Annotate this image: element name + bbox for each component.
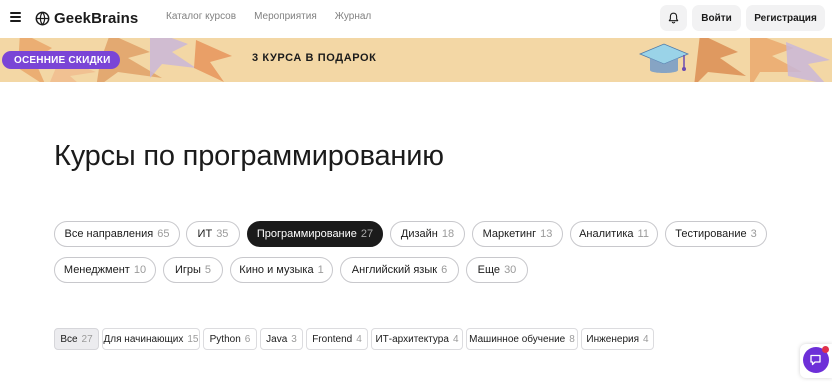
chip-label: Программирование — [256, 228, 357, 240]
chip-label: Еще — [477, 264, 501, 276]
chip-games[interactable]: Игры 5 — [163, 257, 223, 283]
logo-text: GeekBrains — [54, 9, 139, 27]
filter-label: Инженерия — [586, 333, 640, 345]
filter-machine-learning[interactable]: Машинное обучение 8 — [466, 328, 578, 350]
chip-label: Аналитика — [579, 228, 634, 240]
sale-badge: ОСЕННИЕ СКИДКИ — [2, 51, 121, 69]
notifications-button[interactable] — [660, 5, 687, 31]
chip-label: Дизайн — [400, 228, 438, 240]
nav-catalog[interactable]: Каталог курсов — [166, 11, 236, 22]
filter-count: 15 — [187, 333, 199, 345]
chip-label: Маркетинг — [482, 228, 537, 240]
chip-count: 1 — [317, 264, 324, 276]
chip-more[interactable]: Еще 30 — [466, 257, 528, 283]
filter-label: Frontend — [312, 333, 353, 345]
chip-count: 65 — [157, 228, 170, 240]
chip-count: 13 — [540, 228, 553, 240]
filter-count: 27 — [81, 333, 93, 345]
bell-icon — [668, 12, 679, 24]
filter-it-architecture[interactable]: ИТ-архитектура 4 — [371, 328, 463, 350]
chip-design[interactable]: Дизайн 18 — [390, 221, 465, 247]
menu-icon[interactable] — [10, 12, 21, 22]
chip-count: 11 — [637, 228, 649, 240]
filter-count: 4 — [452, 333, 459, 345]
filter-count: 4 — [643, 333, 649, 345]
filter-all[interactable]: Все 27 — [54, 328, 99, 350]
chip-it[interactable]: ИТ 35 — [186, 221, 240, 247]
chip-label: ИТ — [197, 228, 213, 240]
graduation-cap-illustration — [638, 43, 690, 73]
filter-count: 8 — [569, 333, 575, 345]
chip-english[interactable]: Английский язык 6 — [340, 257, 459, 283]
filter-java[interactable]: Java 3 — [260, 328, 303, 350]
chip-analytics[interactable]: Аналитика 11 — [570, 221, 658, 247]
help-chat-button[interactable] — [800, 344, 832, 378]
chip-count: 5 — [204, 264, 212, 276]
chip-label: Тестирование — [675, 228, 747, 240]
chip-count: 27 — [360, 228, 374, 240]
page-title: Курсы по программированию — [54, 140, 444, 172]
chip-programming[interactable]: Программирование 27 — [247, 221, 383, 247]
notification-dot — [822, 346, 829, 353]
chip-film-music[interactable]: Кино и музыка 1 — [230, 257, 333, 283]
filter-frontend[interactable]: Frontend 4 — [306, 328, 368, 350]
chip-all-directions[interactable]: Все направления 65 — [54, 221, 180, 247]
chat-help-icon — [810, 354, 821, 366]
filter-label: Python — [209, 333, 241, 345]
chip-label: Все направления — [64, 228, 154, 240]
nav-journal[interactable]: Журнал — [335, 11, 372, 22]
promo-banner[interactable]: ОСЕННИЕ СКИДКИ 3 КУРСА В ПОДАРОК — [0, 38, 832, 82]
register-button[interactable]: Регистрация — [746, 5, 825, 31]
chip-count: 35 — [216, 228, 229, 240]
geekbrains-logo-icon — [35, 11, 50, 25]
chip-label: Менеджмент — [63, 264, 130, 276]
filter-label: Java — [266, 333, 288, 345]
nav-events[interactable]: Мероприятия — [254, 11, 317, 22]
filter-label: Для начинающих — [103, 333, 184, 345]
login-button[interactable]: Войти — [692, 5, 741, 31]
filter-count: 6 — [244, 333, 251, 345]
chip-count: 30 — [504, 264, 517, 276]
filter-python[interactable]: Python 6 — [203, 328, 257, 350]
chip-count: 3 — [750, 228, 757, 240]
autumn-leaves-right — [694, 38, 830, 82]
chip-testing[interactable]: Тестирование 3 — [665, 221, 767, 247]
filter-label: Все — [60, 333, 78, 345]
chip-marketing[interactable]: Маркетинг 13 — [472, 221, 563, 247]
filter-label: ИТ-архитектура — [375, 333, 449, 345]
chip-management[interactable]: Менеджмент 10 — [54, 257, 156, 283]
chip-label: Кино и музыка — [239, 264, 314, 276]
site-header: GeekBrains Каталог курсов Мероприятия Жу… — [0, 0, 832, 38]
banner-title: 3 КУРСА В ПОДАРОК — [252, 52, 377, 64]
chip-count: 10 — [133, 264, 147, 276]
logo[interactable]: GeekBrains — [35, 9, 138, 27]
filter-label: Машинное обучение — [469, 333, 566, 345]
filter-count: 4 — [356, 333, 362, 345]
filter-beginners[interactable]: Для начинающих 15 — [102, 328, 200, 350]
filter-count: 3 — [291, 333, 297, 345]
chip-label: Английский язык — [351, 264, 438, 276]
chip-count: 6 — [441, 264, 448, 276]
main-nav: Каталог курсов Мероприятия Журнал — [166, 11, 389, 22]
chip-count: 18 — [441, 228, 455, 240]
filter-engineering[interactable]: Инженерия 4 — [581, 328, 654, 350]
chip-label: Игры — [174, 264, 201, 276]
